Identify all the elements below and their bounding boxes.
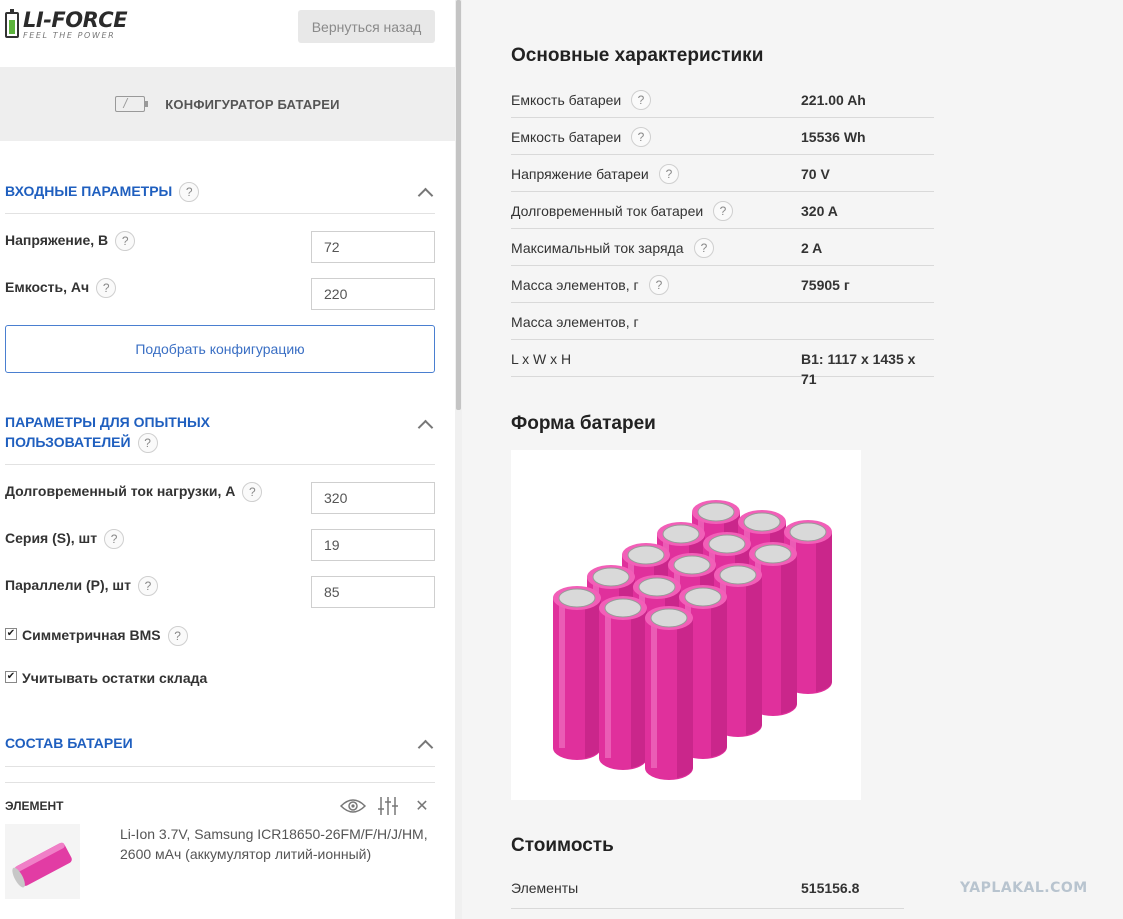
section-title-input-params[interactable]: ВХОДНЫЕ ПАРАМЕТРЫ? (5, 181, 200, 203)
cost-row-label: Элементы (511, 880, 579, 896)
spec-row: Масса элементов, г (511, 303, 934, 340)
spec-row: Долговременный ток батареи? 320 A (511, 192, 934, 229)
spec-value: 320 A (801, 203, 838, 219)
parallel-input[interactable] (311, 576, 435, 608)
help-icon[interactable]: ? (649, 275, 669, 295)
back-button[interactable]: Вернуться назад (298, 10, 435, 43)
capacity-input[interactable] (311, 278, 435, 310)
battery-pack-image (511, 450, 861, 800)
spec-value: 15536 Wh (801, 129, 866, 145)
help-icon[interactable]: ? (694, 238, 714, 258)
spec-row: L x W x H B1: 1117 x 1435 x 71 (511, 340, 934, 387)
help-icon[interactable]: ? (631, 127, 651, 147)
series-label: Серия (S), шт? (5, 528, 125, 550)
help-icon[interactable]: ? (167, 626, 188, 647)
chevron-up-icon[interactable] (417, 185, 433, 201)
stock-checkbox[interactable]: ✔ (5, 671, 17, 683)
cost-row-value: 515156.8 (801, 880, 860, 896)
watermark: YAPLAKAL.COM (960, 880, 1088, 896)
spec-label: Масса элементов, г (511, 277, 639, 293)
element-description: Li-Ion 3.7V, Samsung ICR18650-26FM/F/H/J… (120, 826, 428, 862)
section-title-composition[interactable]: СОСТАВ БАТАРЕИ (5, 733, 133, 753)
scrollbar[interactable] (455, 0, 462, 919)
spec-value: 221.00 Ah (801, 92, 866, 108)
sym-bms-checkbox[interactable]: ✔ (5, 628, 17, 640)
stock-label: Учитывать остатки склада (22, 670, 208, 686)
configurator-bar: КОНФИГУРАТОР БАТАРЕИ (0, 67, 455, 141)
pick-configuration-button[interactable]: Подобрать конфигурацию (5, 325, 435, 373)
logo-slogan: FEEL THE POWER (23, 31, 116, 40)
configurator-title: КОНФИГУРАТОР БАТАРЕИ (165, 96, 340, 112)
help-icon[interactable]: ? (179, 182, 200, 203)
left-panel: LI-FORCE FEEL THE POWER Вернуться назад … (0, 0, 455, 919)
help-icon[interactable]: ? (713, 201, 733, 221)
battery-logo-icon (5, 9, 19, 38)
spec-label: Долговременный ток батареи (511, 203, 704, 219)
spec-value: 75905 г (801, 277, 850, 293)
cost-row: Элементы 515156.8 (511, 871, 904, 909)
spec-label: Максимальный ток заряда (511, 240, 684, 256)
spec-value: B1: 1117 x 1435 x 71 (801, 351, 916, 387)
spec-label: Масса элементов, г (511, 314, 639, 330)
parallel-label: Параллели (P), шт? (5, 575, 158, 597)
right-panel: Основные характеристики Емкость батареи?… (462, 0, 1123, 919)
logo-brand: LI-FORCE (23, 8, 128, 32)
battery-cell (645, 606, 693, 780)
help-icon[interactable]: ? (104, 529, 125, 550)
spec-row: Максимальный ток заряда? 2 A (511, 229, 934, 266)
divider (5, 766, 435, 767)
battery-charge-icon (115, 96, 149, 112)
spec-label: L x W x H (511, 351, 572, 367)
cost-title: Стоимость (511, 835, 614, 856)
element-thumbnail (5, 824, 80, 899)
help-icon[interactable]: ? (242, 482, 263, 503)
sym-bms-label: Симметричная BMS? (22, 625, 188, 647)
specs-title: Основные характеристики (511, 45, 764, 66)
divider (5, 782, 435, 783)
logo[interactable]: LI-FORCE FEEL THE POWER (5, 8, 128, 40)
voltage-label: Напряжение, В? (5, 230, 136, 252)
chevron-up-icon[interactable] (417, 417, 433, 433)
spec-row: Емкость батареи? 221.00 Ah (511, 81, 934, 118)
element-label: ЭЛЕМЕНТ (5, 799, 64, 813)
spec-row: Емкость батареи? 15536 Wh (511, 118, 934, 155)
battery-cell (553, 586, 601, 760)
help-icon[interactable]: ? (659, 164, 679, 184)
help-icon[interactable]: ? (96, 278, 117, 299)
help-icon[interactable]: ? (137, 576, 158, 597)
spec-label: Напряжение батареи (511, 166, 649, 182)
help-icon[interactable]: ? (115, 231, 136, 252)
battery-cell (599, 596, 647, 770)
close-icon[interactable]: ✕ (414, 796, 430, 816)
series-input[interactable] (311, 529, 435, 561)
spec-value: 70 V (801, 166, 830, 182)
chevron-up-icon[interactable] (417, 737, 433, 753)
divider (5, 213, 435, 214)
spec-value: 2 A (801, 240, 823, 256)
spec-label: Емкость батареи (511, 92, 622, 108)
section-title-advanced-params[interactable]: ПАРАМЕТРЫ ДЛЯ ОПЫТНЫХ ПОЛЬЗОВАТЕЛЕЙ? (5, 412, 210, 454)
capacity-label: Емкость, Ач? (5, 277, 117, 299)
voltage-input[interactable] (311, 231, 435, 263)
shape-title: Форма батареи (511, 413, 656, 434)
load-current-input[interactable] (311, 482, 435, 514)
spec-row: Масса элементов, г? 75905 г (511, 266, 934, 303)
spec-label: Емкость батареи (511, 129, 622, 145)
help-icon[interactable]: ? (631, 90, 651, 110)
scrollbar-thumb[interactable] (456, 0, 461, 410)
sliders-icon[interactable] (377, 796, 399, 816)
help-icon[interactable]: ? (137, 433, 158, 454)
eye-icon[interactable] (340, 796, 366, 816)
load-current-label: Долговременный ток нагрузки, А? (5, 481, 263, 503)
spec-row: Напряжение батареи? 70 V (511, 155, 934, 192)
divider (5, 464, 435, 465)
